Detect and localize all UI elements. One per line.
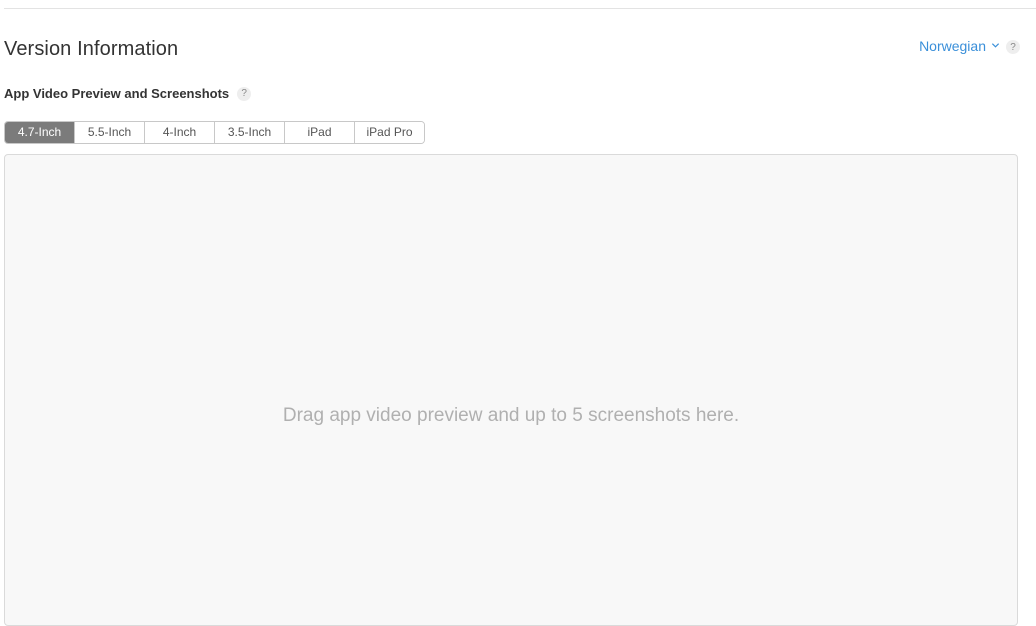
tab-4-inch[interactable]: 4-Inch <box>144 122 214 143</box>
device-size-tabs: 4.7-Inch 5.5-Inch 4-Inch 3.5-Inch iPad i… <box>4 121 425 144</box>
screenshot-dropzone[interactable]: Drag app video preview and up to 5 scree… <box>4 154 1018 626</box>
tab-4-7-inch[interactable]: 4.7-Inch <box>5 122 74 143</box>
media-help-icon[interactable]: ? <box>237 86 252 101</box>
dropzone-instructions: Drag app video preview and up to 5 scree… <box>282 405 740 426</box>
tab-ipad[interactable]: iPad <box>284 122 354 143</box>
tab-3-5-inch[interactable]: 3.5-Inch <box>214 122 284 143</box>
chevron-down-icon <box>991 42 1000 48</box>
media-subsection-header: App Video Preview and Screenshots ? <box>4 86 252 101</box>
language-dropdown[interactable]: Norwegian <box>919 38 1000 54</box>
tab-ipad-pro[interactable]: iPad Pro <box>354 122 424 143</box>
top-divider <box>4 8 1036 9</box>
tab-5-5-inch[interactable]: 5.5-Inch <box>74 122 144 143</box>
page-title: Version Information <box>4 38 179 60</box>
language-dropdown-label: Norwegian <box>919 38 986 54</box>
media-subsection-title: App Video Preview and Screenshots <box>4 86 230 101</box>
language-help-icon[interactable]: ? <box>1006 40 1020 54</box>
